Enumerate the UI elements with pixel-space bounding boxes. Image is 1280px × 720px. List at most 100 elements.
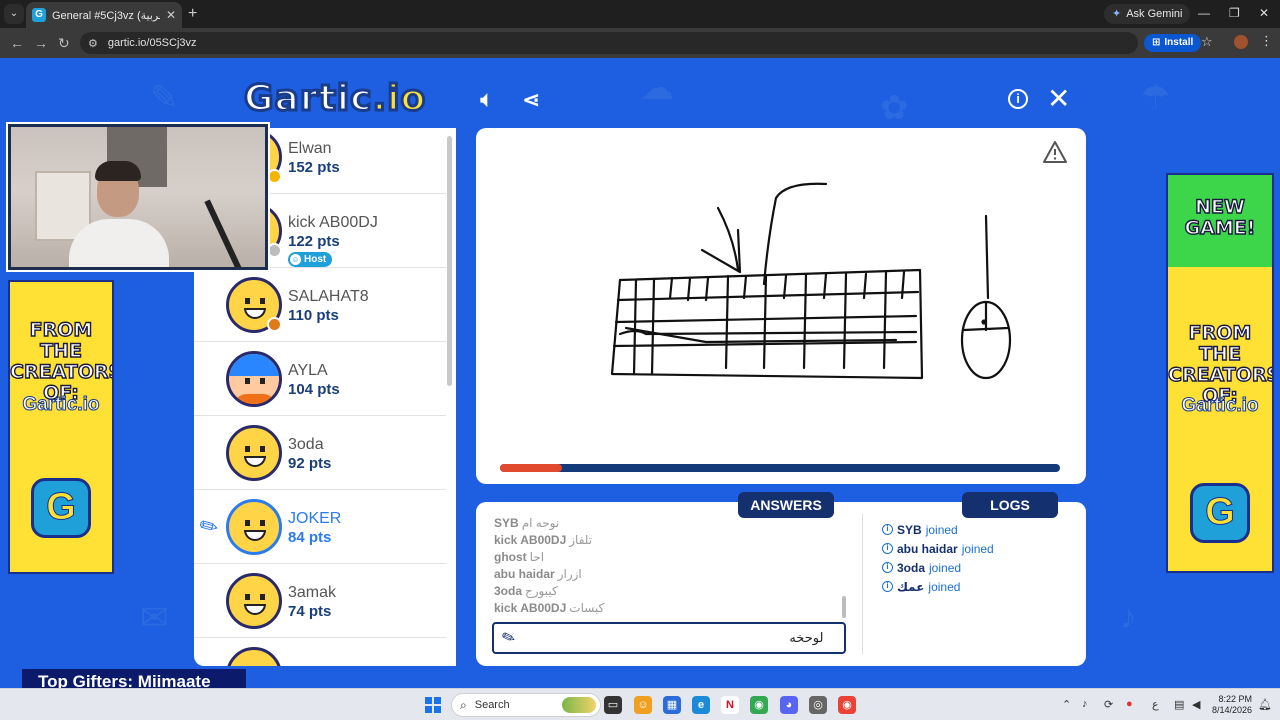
- tab-gartic[interactable]: G General #5Cj3vz (العربية) - Gartic ✕: [26, 2, 182, 28]
- url-text[interactable]: gartic.io/05SCj3vz: [108, 37, 197, 49]
- taskbar-search[interactable]: ⌕ Search: [451, 693, 601, 717]
- answer-text: احا: [529, 550, 545, 564]
- player-row[interactable]: SALAHAT8 110 pts: [194, 268, 446, 342]
- answers-scrollbar[interactable]: [842, 596, 846, 618]
- player-status-dot: [267, 317, 282, 332]
- new-tab-button[interactable]: +: [188, 5, 197, 23]
- player-row[interactable]: ✎ JOKER 84 pts: [194, 490, 446, 564]
- log-item: i SYB joined: [882, 520, 1072, 539]
- logo-suffix: .io: [371, 77, 427, 121]
- bookmark-star-icon[interactable]: ☆: [1201, 34, 1213, 50]
- answer-item: kick AB00DJ كبسات: [494, 601, 846, 618]
- answer-text: نوحه ام: [521, 516, 560, 530]
- log-action: joined: [961, 541, 994, 556]
- volume-icon[interactable]: ◀: [1192, 698, 1200, 711]
- ask-gemini-label: Ask Gemini: [1126, 8, 1183, 20]
- tab-strip: ⌄ G General #5Cj3vz (العربية) - Gartic ✕…: [0, 0, 1280, 28]
- sync-icon[interactable]: ⟳: [1104, 698, 1113, 711]
- store-icon[interactable]: ▦: [663, 696, 681, 714]
- profile-avatar[interactable]: [1234, 35, 1248, 49]
- address-bar: ← → ↻ ⚙ gartic.io/05SCj3vz: [0, 28, 1280, 58]
- notification-bell-icon[interactable]: 🔔︎: [1258, 698, 1272, 711]
- speaker-icon[interactable]: ♪: [1082, 698, 1088, 710]
- log-item: i عمك joined: [882, 577, 1072, 596]
- input-language[interactable]: ع: [1152, 698, 1159, 711]
- pattern-doodle-icon: ☂: [1140, 79, 1171, 117]
- taskbar-clock[interactable]: 8:22 PM 8/14/2026: [1212, 694, 1252, 716]
- tab-search-button[interactable]: ⌄: [4, 4, 24, 24]
- network-icon[interactable]: ▤: [1174, 698, 1184, 711]
- answer-nick: 3oda: [494, 584, 523, 598]
- player-points: 110 pts: [288, 307, 339, 324]
- player-row[interactable]: [194, 638, 446, 666]
- player-list-scrollbar[interactable]: [447, 136, 452, 386]
- search-icon: ⌕: [460, 697, 467, 712]
- chrome-menu-icon[interactable]: ⋮: [1260, 33, 1273, 49]
- answers-list[interactable]: SYB نوحه ام kick AB00DJ تلفاز ghost احا abu…: [494, 516, 846, 622]
- player-avatar: [226, 499, 282, 555]
- player-status-dot: [267, 243, 282, 258]
- drawing-canvas[interactable]: [476, 128, 1086, 484]
- gartic-logo[interactable]: Gartic.io: [242, 77, 427, 121]
- chrome-active-icon[interactable]: ◉: [838, 696, 856, 714]
- pattern-doodle-icon: ☁: [640, 69, 674, 107]
- tab-close-icon[interactable]: ✕: [166, 8, 176, 22]
- left-ad-text: FROM THE CREATORS OF:: [10, 319, 114, 404]
- tray-chevron-icon[interactable]: ⌃: [1062, 698, 1071, 711]
- log-action: joined: [928, 579, 961, 594]
- site-info-icon[interactable]: ⚙: [88, 37, 98, 50]
- windows-start-icon[interactable]: [425, 697, 441, 713]
- netflix-icon[interactable]: N: [721, 696, 739, 714]
- player-row[interactable]: 3oda 92 pts: [194, 416, 446, 490]
- pattern-doodle-icon: ✉: [140, 599, 169, 637]
- sound-icon[interactable]: 🔈︎: [480, 86, 494, 114]
- info-icon: i: [882, 524, 893, 535]
- search-highlight-image: [562, 697, 596, 713]
- back-icon[interactable]: ←: [10, 35, 24, 51]
- tab-answers[interactable]: ANSWERS: [738, 492, 834, 518]
- mic-icon[interactable]: ●: [1126, 698, 1133, 710]
- omnibox[interactable]: ⚙ gartic.io/05SCj3vz: [80, 32, 1138, 54]
- task-view-icon[interactable]: ▭: [604, 696, 622, 714]
- left-ad-banner[interactable]: FROM THE CREATORS OF: Gartic.io G: [8, 280, 114, 574]
- webcam-overlay: [6, 122, 270, 272]
- answer-nick: kick AB00DJ: [494, 533, 567, 547]
- player-row[interactable]: 3amak 74 pts: [194, 564, 446, 638]
- app-icon[interactable]: ☺: [634, 696, 652, 714]
- discord-icon[interactable]: ◕: [780, 696, 798, 714]
- chrome-icon[interactable]: ◉: [750, 696, 768, 714]
- answer-input[interactable]: [523, 630, 824, 646]
- player-name: kick AB00DJ: [288, 214, 378, 231]
- right-ad-banner[interactable]: NEW GAME! FROM THE CREATORS OF: Gartic.i…: [1166, 173, 1274, 573]
- info-icon[interactable]: i: [1008, 89, 1028, 109]
- reload-icon[interactable]: ↻: [58, 35, 70, 52]
- obs-icon[interactable]: ◎: [809, 696, 827, 714]
- edge-icon[interactable]: e: [692, 696, 710, 714]
- host-badge: ☺ Host: [288, 252, 333, 267]
- install-app-button[interactable]: ⊞ Install: [1144, 34, 1202, 52]
- player-name: Elwan: [288, 140, 332, 157]
- info-icon: i: [882, 581, 893, 592]
- taskbar-search-label: Search: [474, 699, 510, 711]
- tab-logs[interactable]: LOGS: [962, 492, 1058, 518]
- player-points: 92 pts: [288, 455, 332, 472]
- share-icon[interactable]: ⋖: [522, 87, 540, 113]
- answer-item: abu haidar ازرار: [494, 567, 846, 584]
- player-row[interactable]: AYLA 104 pts: [194, 342, 446, 416]
- restore-icon[interactable]: ❐: [1229, 6, 1240, 20]
- window-close-icon[interactable]: ✕: [1259, 6, 1269, 20]
- info-icon: i: [882, 562, 893, 573]
- info-icon: i: [882, 543, 893, 554]
- minimize-icon[interactable]: —: [1198, 6, 1210, 20]
- logs-list: i SYB joined i abu haidar joined i 3oda joined…: [882, 520, 1072, 596]
- answer-input-box[interactable]: ✎: [492, 622, 846, 654]
- close-icon[interactable]: ✕: [1047, 82, 1070, 115]
- gartic-g-icon: G: [1190, 483, 1250, 543]
- round-timer-bar: [500, 464, 1060, 472]
- answer-text: تلفاز: [569, 533, 593, 547]
- log-item: i 3oda joined: [882, 558, 1072, 577]
- drawing-pencil-icon: ✎: [194, 511, 224, 543]
- webcam-microphone-arm: [204, 199, 244, 267]
- ask-gemini-button[interactable]: ✦ Ask Gemini: [1104, 4, 1191, 24]
- forward-icon[interactable]: →: [34, 35, 48, 51]
